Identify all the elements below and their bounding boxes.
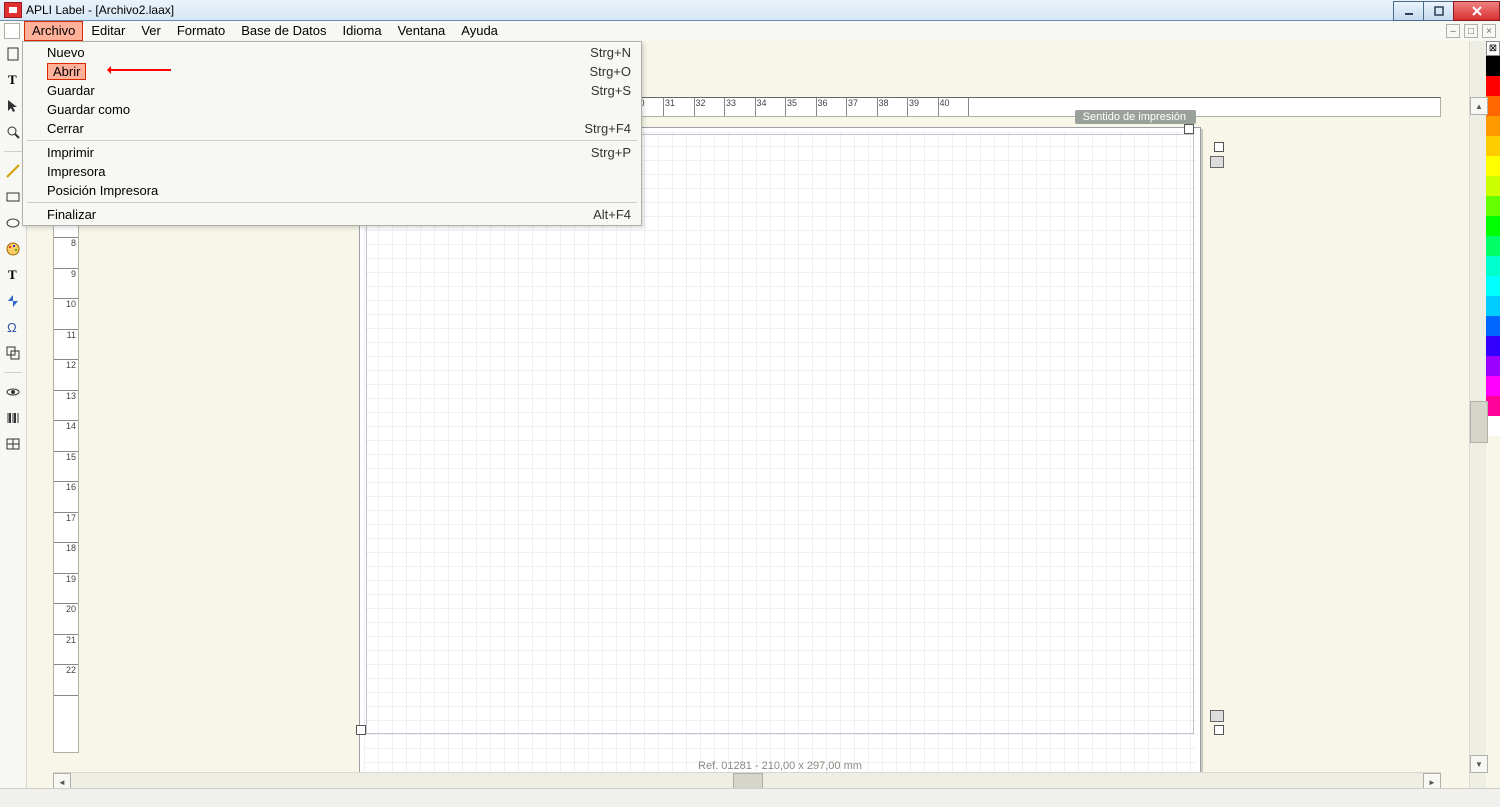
svg-text:T: T [8, 267, 17, 282]
menu-ventana[interactable]: Ventana [390, 21, 454, 41]
no-color-button[interactable]: ⊠ [1486, 41, 1500, 56]
tool-ellipse[interactable] [4, 214, 22, 232]
mdi-close-button[interactable]: × [1482, 24, 1496, 38]
tool-zoom[interactable] [4, 123, 22, 141]
color-swatch[interactable] [1486, 376, 1500, 396]
title-bar: APLI Label - [Archivo2.laax] [0, 0, 1500, 21]
menu-ver[interactable]: Ver [133, 21, 169, 41]
tool-eye[interactable] [4, 383, 22, 401]
color-swatch[interactable] [1486, 256, 1500, 276]
menu-bar: ArchivoEditarVerFormatoBase de DatosIdio… [0, 21, 1500, 42]
window-controls [1394, 1, 1500, 20]
color-swatch[interactable] [1486, 156, 1500, 176]
color-swatch[interactable] [1486, 116, 1500, 136]
resize-handle[interactable] [356, 725, 366, 735]
color-swatch[interactable] [1486, 76, 1500, 96]
page-footer: Ref. 01281 - 210,00 x 297,00 mm [360, 760, 1200, 772]
toolbox-separator [4, 151, 22, 152]
color-swatch[interactable] [1486, 316, 1500, 336]
color-swatch[interactable] [1486, 276, 1500, 296]
tool-group[interactable] [4, 344, 22, 362]
color-palette: ⊠ [1486, 41, 1500, 789]
color-swatch[interactable] [1486, 416, 1500, 436]
color-swatch[interactable] [1486, 296, 1500, 316]
vertical-scrollbar[interactable]: ▲ ▼ [1469, 41, 1486, 789]
menu-ayuda[interactable]: Ayuda [453, 21, 506, 41]
menu-formato[interactable]: Formato [169, 21, 233, 41]
tool-barcode[interactable] [4, 409, 22, 427]
color-swatch[interactable] [1486, 136, 1500, 156]
page[interactable]: Sentido de impresión Ref. 01281 - 210,00… [359, 127, 1201, 787]
print-direction-label: Sentido de impresión [1075, 110, 1196, 124]
menu-item-guardar-como[interactable]: Guardar como [23, 100, 641, 119]
tool-text2[interactable]: T [4, 266, 22, 284]
resize-handle[interactable] [1214, 142, 1224, 152]
color-swatch[interactable] [1486, 176, 1500, 196]
color-swatch[interactable] [1486, 356, 1500, 376]
status-bar [0, 788, 1500, 807]
scroll-thumb[interactable] [1470, 401, 1488, 443]
print-margin-icon[interactable] [1210, 156, 1224, 168]
print-margin-icon[interactable] [1210, 710, 1224, 722]
color-swatch[interactable] [1486, 216, 1500, 236]
mdi-minimize-button[interactable]: – [1446, 24, 1460, 38]
menu-item-nuevo[interactable]: NuevoStrg+N [23, 43, 641, 62]
tool-mirror[interactable] [4, 292, 22, 310]
mdi-restore-button[interactable]: □ [1464, 24, 1478, 38]
resize-handle[interactable] [1214, 725, 1224, 735]
menu-item-abrir[interactable]: AbrirStrg+O [23, 62, 641, 81]
tool-text[interactable]: T [4, 71, 22, 89]
menu-archivo[interactable]: Archivo [24, 21, 83, 41]
tool-line[interactable] [4, 162, 22, 180]
color-swatch[interactable] [1486, 236, 1500, 256]
color-swatch[interactable] [1486, 396, 1500, 416]
close-button[interactable] [1453, 1, 1500, 21]
menu-idioma[interactable]: Idioma [335, 21, 390, 41]
menu-separator [27, 140, 637, 141]
menu-editar[interactable]: Editar [83, 21, 133, 41]
tool-omega[interactable]: Ω [4, 318, 22, 336]
menu-item-impresora[interactable]: Impresora [23, 162, 641, 181]
resize-handle[interactable] [1184, 124, 1194, 134]
horizontal-scrollbar[interactable]: ◄ ► [53, 772, 1441, 789]
archivo-menu: NuevoStrg+NAbrirStrg+OGuardarStrg+SGuard… [22, 41, 642, 226]
svg-text:Ω: Ω [7, 320, 17, 335]
color-swatch[interactable] [1486, 56, 1500, 76]
minimize-button[interactable] [1393, 1, 1424, 21]
annotation-arrow [111, 69, 171, 71]
menu-item-finalizar[interactable]: FinalizarAlt+F4 [23, 205, 641, 224]
mdi-icon[interactable] [4, 23, 20, 39]
window-title: APLI Label - [Archivo2.laax] [26, 3, 174, 17]
menu-base-de-datos[interactable]: Base de Datos [233, 21, 334, 41]
svg-text:T: T [8, 72, 17, 87]
menu-item-cerrar[interactable]: CerrarStrg+F4 [23, 119, 641, 138]
tool-pointer[interactable] [4, 97, 22, 115]
menu-item-posición-impresora[interactable]: Posición Impresora [23, 181, 641, 200]
color-swatch[interactable] [1486, 196, 1500, 216]
scroll-down-button[interactable]: ▼ [1470, 755, 1488, 773]
toolbox-separator [4, 372, 22, 373]
menu-separator [27, 202, 637, 203]
app-icon [4, 2, 22, 18]
scroll-up-button[interactable]: ▲ [1470, 97, 1488, 115]
menu-item-imprimir[interactable]: ImprimirStrg+P [23, 143, 641, 162]
tool-table[interactable] [4, 435, 22, 453]
maximize-button[interactable] [1423, 1, 1454, 21]
menu-item-guardar[interactable]: GuardarStrg+S [23, 81, 641, 100]
tool-rect[interactable] [4, 188, 22, 206]
tool-page[interactable] [4, 45, 22, 63]
color-swatch[interactable] [1486, 336, 1500, 356]
color-swatch[interactable] [1486, 96, 1500, 116]
tool-palette[interactable] [4, 240, 22, 258]
